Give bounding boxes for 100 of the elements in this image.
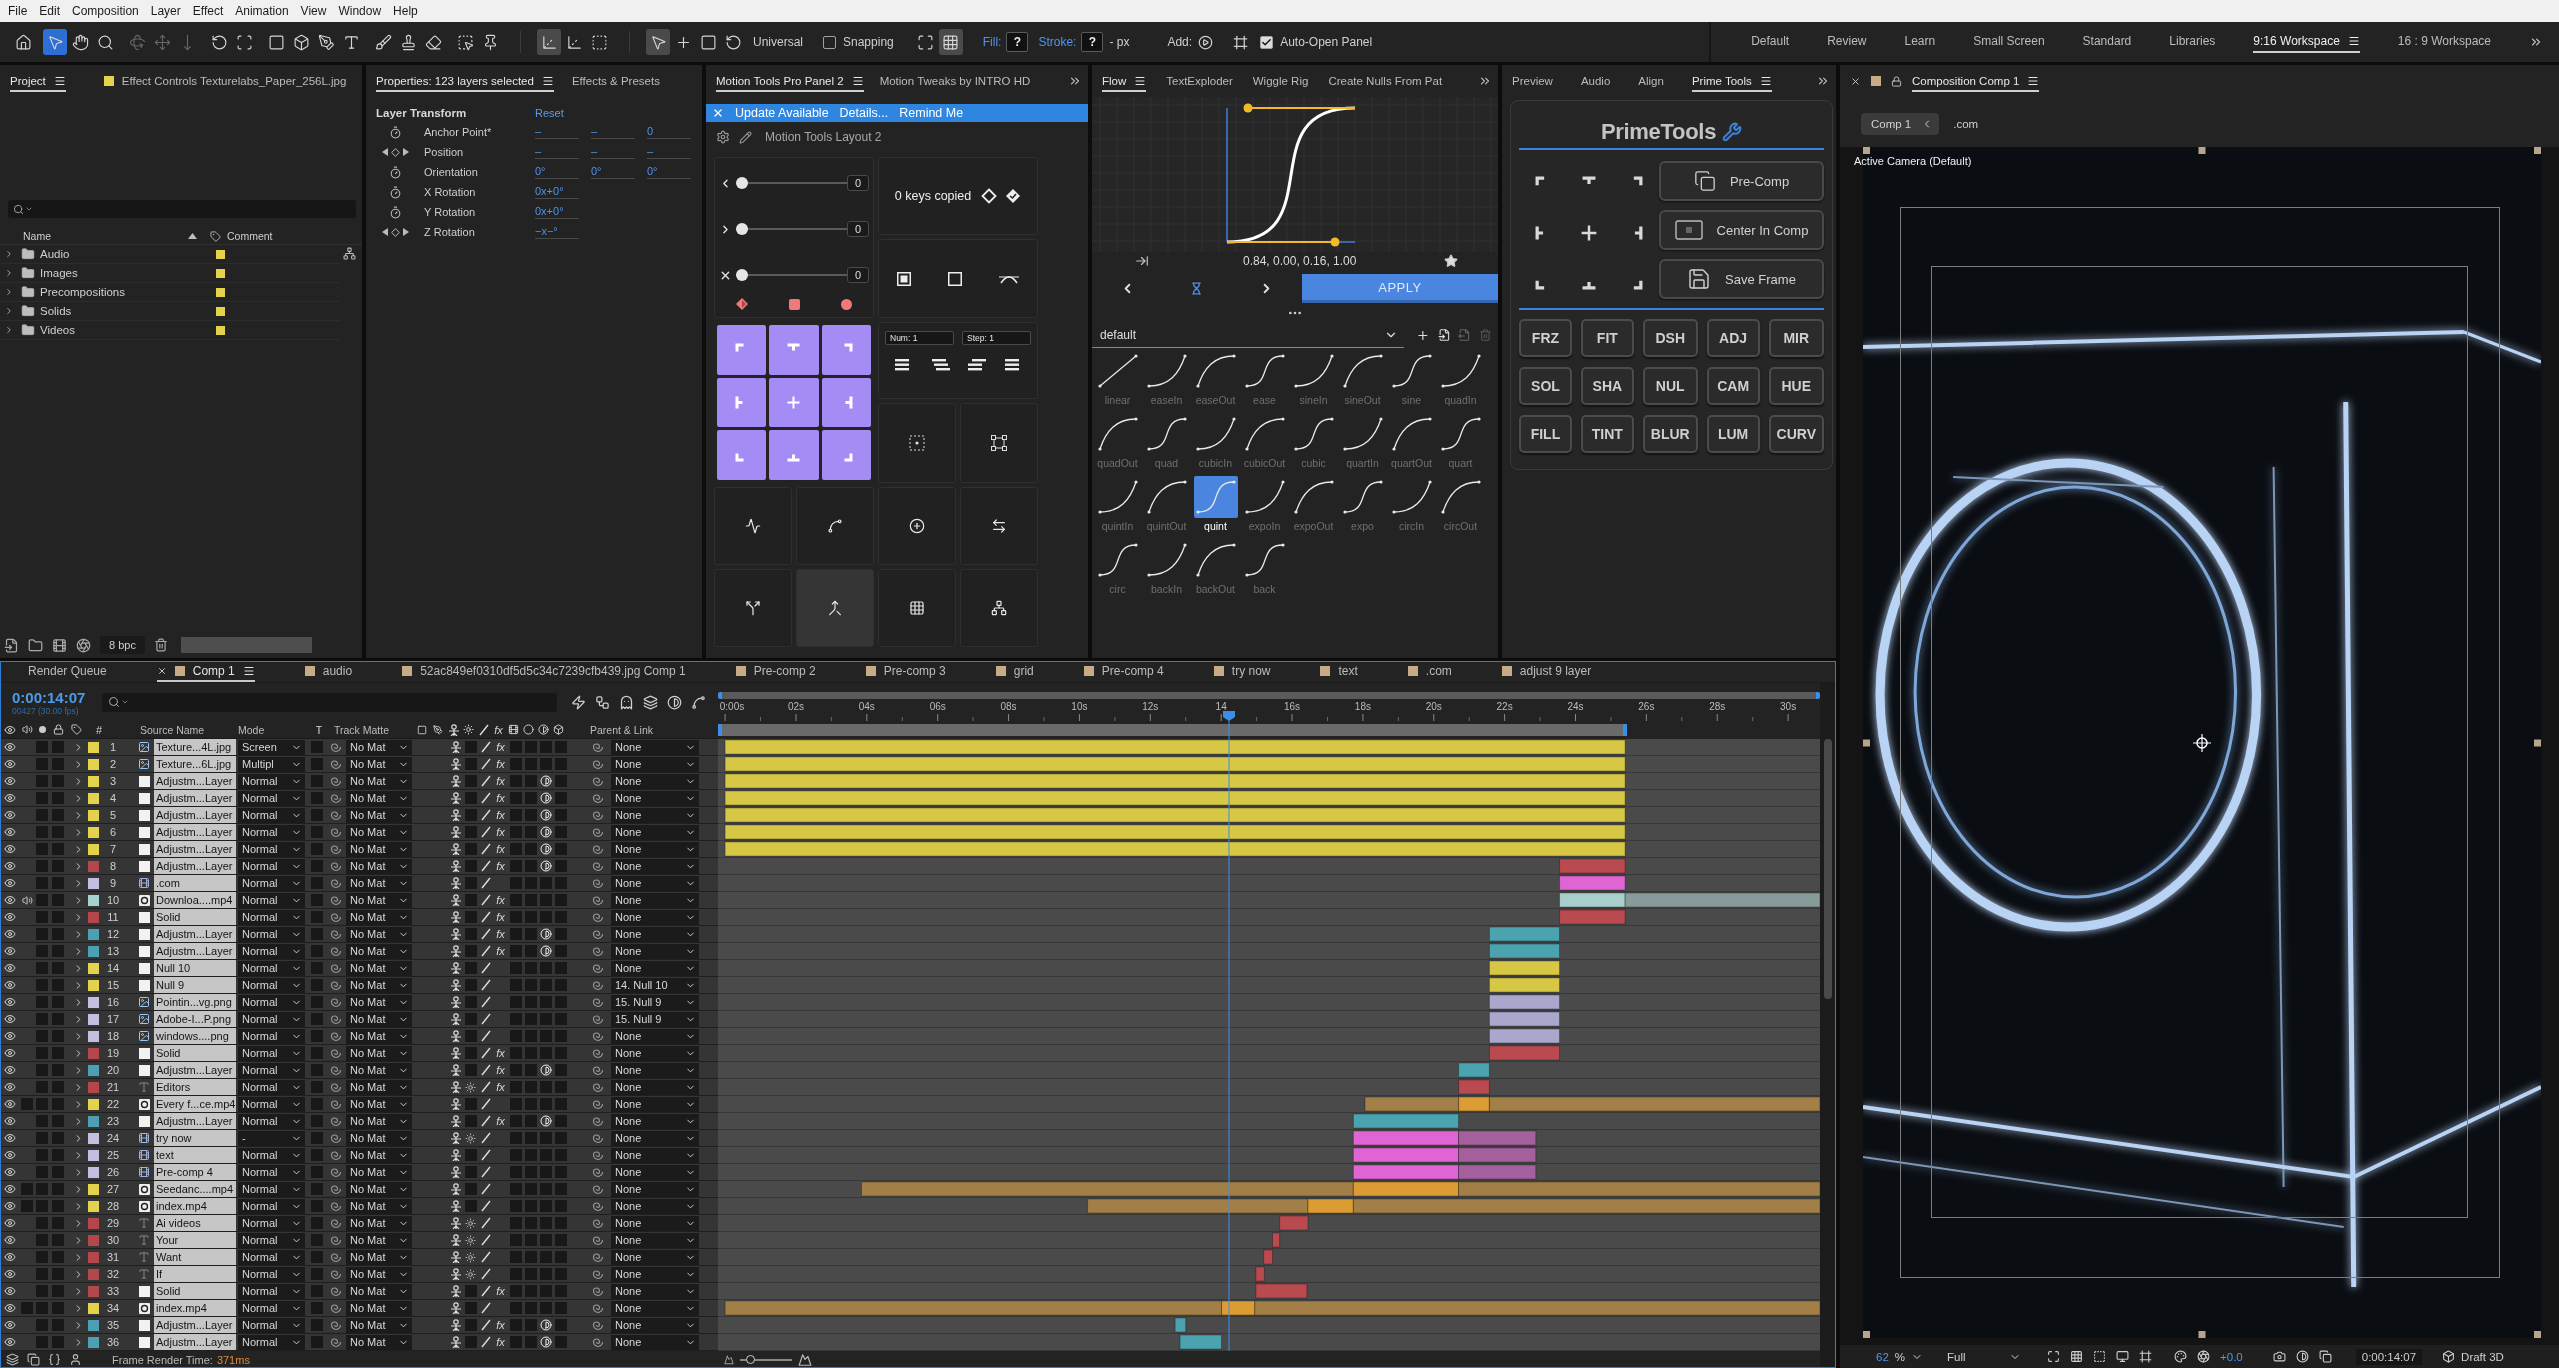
- 3d-switch[interactable]: [554, 758, 567, 770]
- file-import-icon[interactable]: [4, 637, 19, 653]
- slash-icon[interactable]: [480, 1217, 491, 1229]
- motion-blur-switch[interactable]: [524, 1081, 537, 1093]
- spiral-icon[interactable]: [329, 1285, 342, 1297]
- tool-button[interactable]: SHA: [1580, 367, 1634, 405]
- layer-row[interactable]: 16 Pointin...vg.png Normal No Mat 15. Null 9: [0, 994, 718, 1011]
- mode-dropdown[interactable]: Normal: [238, 1062, 305, 1078]
- collapse-switch[interactable]: [464, 741, 477, 753]
- solo-switch[interactable]: [36, 1047, 48, 1059]
- solo-switch[interactable]: [36, 1166, 48, 1178]
- layer-row[interactable]: 30 Your Normal No Mat None: [0, 1232, 718, 1249]
- layer-name[interactable]: Texture...6L.jpg: [154, 756, 236, 772]
- solo-switch[interactable]: [36, 1200, 48, 1212]
- mode-dropdown[interactable]: Screen: [238, 739, 305, 755]
- parent-dropdown[interactable]: None: [611, 1045, 699, 1061]
- 3d-switch[interactable]: [554, 1319, 567, 1331]
- solo-switch[interactable]: [36, 945, 48, 957]
- tool-button[interactable]: FIT: [1580, 319, 1634, 357]
- color-swatch-icon[interactable]: [87, 894, 99, 906]
- parent-dropdown[interactable]: None: [611, 943, 699, 959]
- motion-blur-switch[interactable]: [524, 860, 537, 872]
- menu-item[interactable]: Composition: [66, 1, 145, 21]
- mode-dropdown[interactable]: Normal: [238, 977, 305, 993]
- timeline-tab[interactable]: text: [1320, 661, 1358, 682]
- lock-switch[interactable]: [52, 1336, 64, 1348]
- lock-switch[interactable]: [52, 843, 64, 855]
- action-button[interactable]: Pre-Comp: [1659, 161, 1824, 201]
- spiral-icon[interactable]: [329, 1319, 342, 1331]
- 3d-switch[interactable]: [554, 911, 567, 923]
- property-value[interactable]: 0: [647, 125, 691, 139]
- mode-dropdown[interactable]: Normal: [238, 1232, 305, 1248]
- effects-switch[interactable]: fx: [496, 945, 505, 957]
- track-matte-dropdown[interactable]: No Mat: [346, 926, 412, 942]
- motion-blur-switch[interactable]: [524, 1234, 537, 1246]
- preserve-transparency-switch[interactable]: [311, 979, 323, 991]
- track-matte-dropdown[interactable]: No Mat: [346, 1215, 412, 1231]
- workspace-tab[interactable]: 16 : 9 Workspace: [2397, 31, 2491, 53]
- slash-icon[interactable]: [480, 1013, 491, 1025]
- frame-blend-switch[interactable]: [509, 1200, 522, 1212]
- playhead[interactable]: [1223, 711, 1236, 1351]
- mode-dropdown[interactable]: Normal: [238, 1317, 305, 1333]
- folder-name[interactable]: Solids: [40, 305, 216, 317]
- person-icon[interactable]: [69, 1353, 82, 1366]
- property-value[interactable]: –: [535, 125, 579, 139]
- folder-icon[interactable]: [28, 637, 43, 653]
- effects-switch[interactable]: fx: [496, 843, 505, 855]
- parent-dropdown[interactable]: None: [611, 824, 699, 840]
- collapse-switch[interactable]: [464, 911, 477, 923]
- preserve-transparency-switch[interactable]: [311, 945, 323, 957]
- color-swatch-icon[interactable]: [87, 979, 99, 991]
- frame-blend-switch[interactable]: [509, 792, 522, 804]
- track-matte-dropdown[interactable]: No Mat: [346, 1164, 412, 1180]
- lock-switch[interactable]: [52, 1268, 64, 1280]
- solo-switch[interactable]: [36, 911, 48, 923]
- track-matte-dropdown[interactable]: No Mat: [346, 994, 412, 1010]
- stick-figure-icon[interactable]: [449, 1030, 462, 1042]
- lock-switch[interactable]: [52, 996, 64, 1008]
- 3d-switch[interactable]: [554, 996, 567, 1008]
- workspace-tab[interactable]: Learn: [1904, 31, 1936, 53]
- mode-dropdown[interactable]: Normal: [238, 1164, 305, 1180]
- collapse-switch[interactable]: [464, 1149, 477, 1161]
- slash-icon[interactable]: [480, 1268, 491, 1280]
- layer-row[interactable]: 24 try now - No Mat None: [0, 1130, 718, 1147]
- slash-icon[interactable]: [480, 1319, 491, 1331]
- effects-switch[interactable]: fx: [496, 1081, 505, 1093]
- lightning-icon[interactable]: [571, 694, 586, 710]
- 3d-switch[interactable]: [554, 1030, 567, 1042]
- layer-bar[interactable]: [1179, 1334, 1222, 1350]
- frame-blend-switch[interactable]: [509, 945, 522, 957]
- parent-dropdown[interactable]: None: [611, 892, 699, 908]
- spiral-icon[interactable]: [329, 1336, 342, 1348]
- layer-name[interactable]: If: [154, 1266, 236, 1282]
- track-matte-dropdown[interactable]: No Mat: [346, 1198, 412, 1214]
- close-icon[interactable]: [1850, 75, 1861, 87]
- adjustment-switch[interactable]: [539, 1013, 552, 1025]
- motion-blur-switch[interactable]: [524, 1200, 537, 1212]
- eye-icon[interactable]: [4, 758, 16, 770]
- preserve-transparency-switch[interactable]: [311, 741, 323, 753]
- bezier-handle[interactable]: [1243, 103, 1356, 113]
- stick-figure-icon[interactable]: [449, 1047, 462, 1059]
- solo-switch[interactable]: [36, 979, 48, 991]
- layer-bar[interactable]: [1352, 1147, 1460, 1163]
- panel-tab[interactable]: Effect Controls Texturelabs_Paper_256L.jpg: [103, 70, 347, 92]
- layer-bar[interactable]: [1488, 943, 1561, 959]
- mode-dropdown[interactable]: Normal: [238, 1266, 305, 1282]
- menu-item[interactable]: Layer: [144, 1, 187, 21]
- solo-switch[interactable]: [36, 1217, 48, 1229]
- settings-icon[interactable]: [716, 130, 730, 144]
- motion-blur-switch[interactable]: [524, 945, 537, 957]
- timeline-tab[interactable]: try now: [1213, 661, 1271, 682]
- adjustment-switch[interactable]: [539, 1268, 552, 1280]
- 3d-switch[interactable]: [554, 792, 567, 804]
- flowchart-icon[interactable]: [595, 694, 610, 710]
- adjustment-switch[interactable]: [539, 1183, 552, 1195]
- collapse-switch[interactable]: [464, 996, 477, 1008]
- stick-figure-icon[interactable]: [449, 877, 462, 889]
- solo-switch[interactable]: [36, 775, 48, 787]
- spiral-icon[interactable]: [329, 1132, 342, 1144]
- mode-dropdown[interactable]: Normal: [238, 960, 305, 976]
